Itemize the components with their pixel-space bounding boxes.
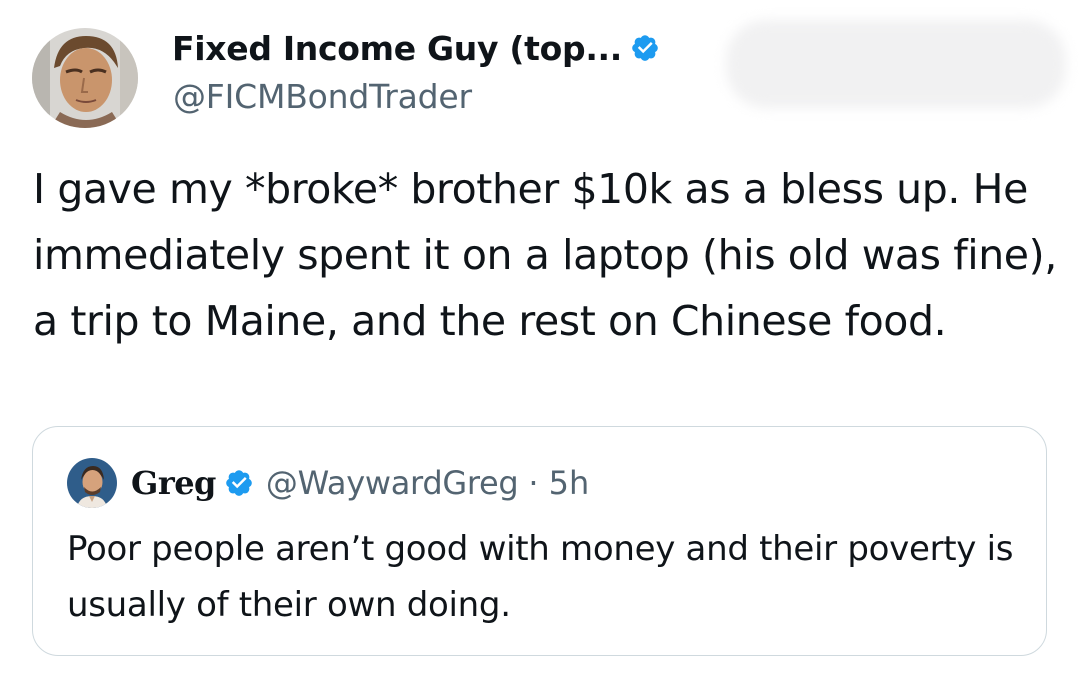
author-handle[interactable]: @FICMBondTrader (173, 77, 472, 116)
quoted-tweet-timestamp[interactable]: 5h (549, 464, 590, 502)
quoted-author-name[interactable]: Greg (131, 464, 216, 502)
profile-photo-icon (32, 28, 138, 128)
quoted-author-handle[interactable]: @WaywardGreg (266, 464, 519, 502)
verified-badge-icon[interactable] (224, 468, 254, 498)
quoted-tweet-card[interactable]: Greg @WaywardGreg · 5h Poor people aren’… (32, 426, 1047, 656)
verified-badge-icon[interactable] (630, 33, 660, 63)
blurred-region (726, 20, 1066, 108)
quoted-tweet-text: Poor people aren’t good with money and t… (67, 529, 1014, 625)
profile-photo-icon (67, 458, 117, 508)
quoted-tweet-header: Greg @WaywardGreg · 5h (67, 458, 590, 508)
author-avatar[interactable] (32, 28, 138, 128)
tweet-text: I gave my *broke* brother $10k as a bles… (33, 165, 1057, 345)
quoted-author-avatar[interactable] (67, 458, 117, 508)
author-display-name[interactable]: Fixed Income Guy (top... (172, 29, 622, 68)
author-name-row[interactable]: Fixed Income Guy (top... (172, 26, 660, 70)
separator-dot: · (528, 464, 539, 502)
